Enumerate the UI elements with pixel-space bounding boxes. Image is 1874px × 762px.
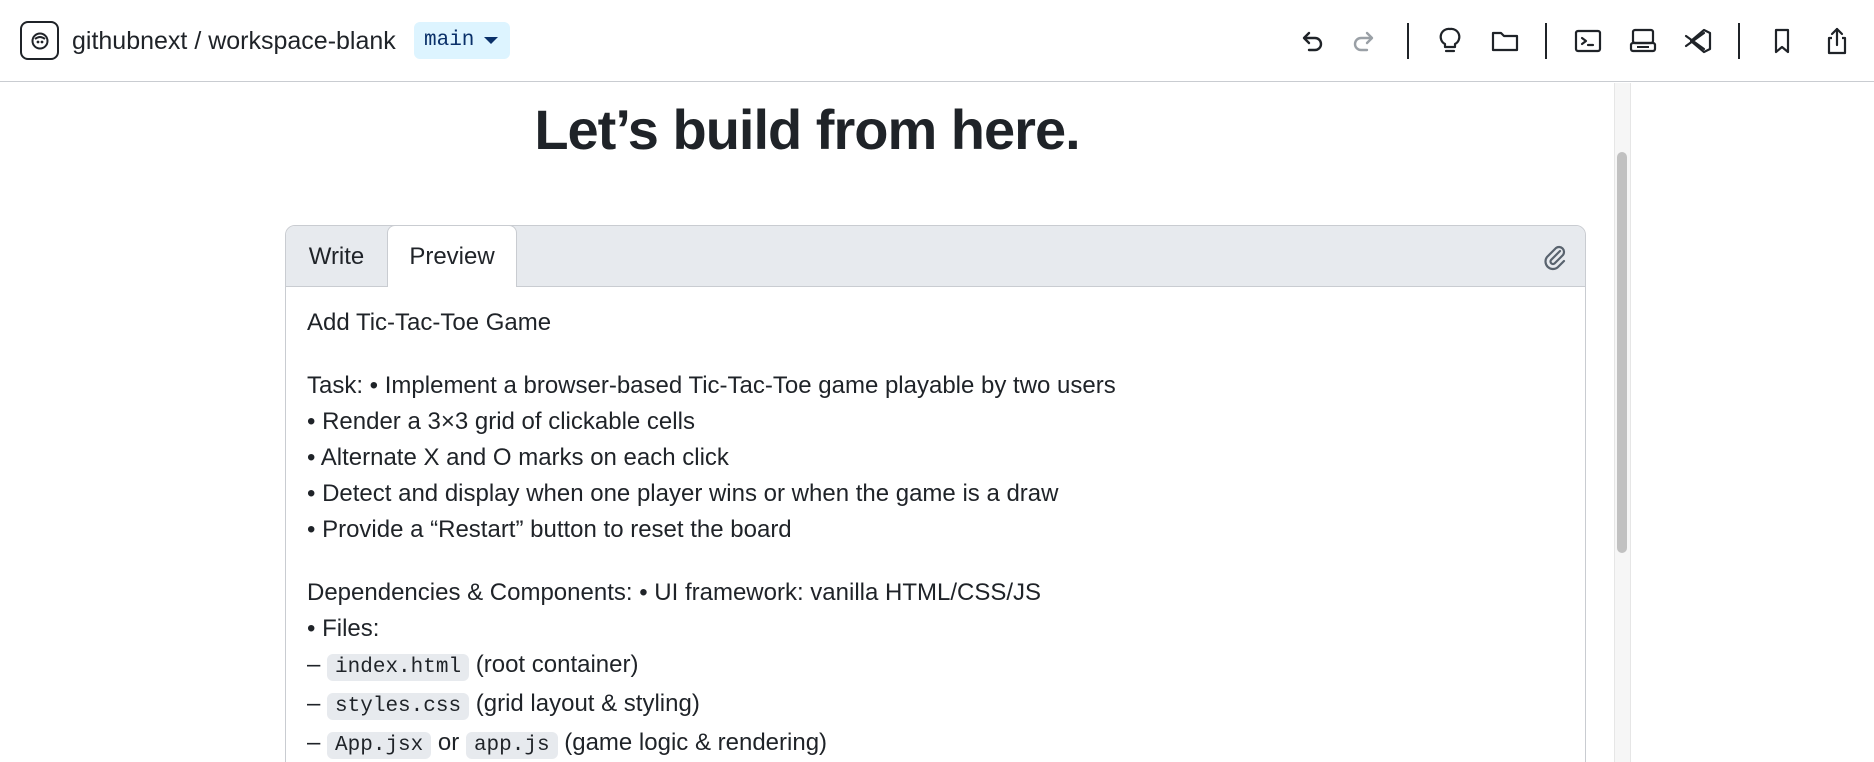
page-title: Let’s build from here.	[534, 98, 1080, 161]
toolbar-divider	[1407, 23, 1409, 59]
task-title: Add Tic-Tac-Toe Game	[307, 309, 552, 336]
task-line: • Render a 3×3 grid of clickable cells	[307, 408, 695, 435]
task-line: • Detect and display when one player win…	[307, 480, 1059, 507]
tab-preview[interactable]: Preview	[387, 226, 517, 287]
undo-icon[interactable]	[1291, 21, 1331, 61]
file-code: styles.css	[327, 693, 470, 720]
preview-content: Add Tic-Tac-Toe Game Task: • Implement a…	[307, 305, 1565, 762]
branch-selector[interactable]: main	[414, 22, 511, 59]
file-desc: (game logic & rendering)	[564, 729, 828, 756]
repo-path[interactable]: githubnext / workspace-blank	[72, 24, 396, 58]
workspace-logo-icon[interactable]	[20, 21, 59, 60]
dash: –	[307, 651, 321, 678]
lightbulb-icon[interactable]	[1430, 21, 1470, 61]
task-line: Task: • Implement a browser-based Tic-Ta…	[307, 372, 1116, 399]
task-line: • Provide a “Restart” button to reset th…	[307, 516, 792, 543]
top-bar: githubnext / workspace-blank main	[0, 0, 1874, 82]
scrollbar-thumb[interactable]	[1617, 152, 1627, 553]
paperclip-icon[interactable]	[1541, 243, 1569, 271]
server-icon[interactable]	[1623, 21, 1663, 61]
editor-tab-bar: Write Preview	[286, 226, 1585, 287]
branch-name: main	[424, 29, 475, 52]
chevron-down-icon	[484, 37, 499, 44]
file-desc: (root container)	[475, 651, 639, 678]
file-desc: (grid layout & styling)	[475, 690, 700, 717]
file-line-index: – index.html (root container)	[307, 647, 1565, 686]
file-line-styles: – styles.css (grid layout & styling)	[307, 686, 1565, 725]
task-line: • Alternate X and O marks on each click	[307, 444, 729, 471]
folder-icon[interactable]	[1485, 21, 1525, 61]
redo-icon[interactable]	[1345, 21, 1385, 61]
task-section: Task: • Implement a browser-based Tic-Ta…	[307, 368, 1565, 548]
file-code: App.jsx	[327, 732, 432, 759]
vscode-icon[interactable]	[1678, 21, 1718, 61]
file-code: app.js	[465, 732, 558, 759]
tab-write[interactable]: Write	[286, 226, 387, 287]
dash: –	[307, 690, 321, 717]
dash: –	[307, 729, 321, 756]
files-label: • Files:	[307, 615, 380, 642]
toolbar-divider	[1738, 23, 1740, 59]
file-line-app: – App.jsx or app.js (game logic & render…	[307, 725, 1565, 762]
or-text: or	[437, 729, 460, 756]
bookmark-icon[interactable]	[1762, 21, 1802, 61]
dependencies-line: Dependencies & Components: • UI framewor…	[307, 579, 1042, 606]
share-icon[interactable]	[1817, 21, 1857, 61]
file-code: index.html	[327, 654, 470, 681]
dependencies-section: Dependencies & Components: • UI framewor…	[307, 575, 1565, 762]
terminal-icon[interactable]	[1568, 21, 1608, 61]
task-editor: Write Preview Add Tic-Tac-Toe Game Task:…	[285, 225, 1586, 762]
toolbar-divider	[1545, 23, 1547, 59]
